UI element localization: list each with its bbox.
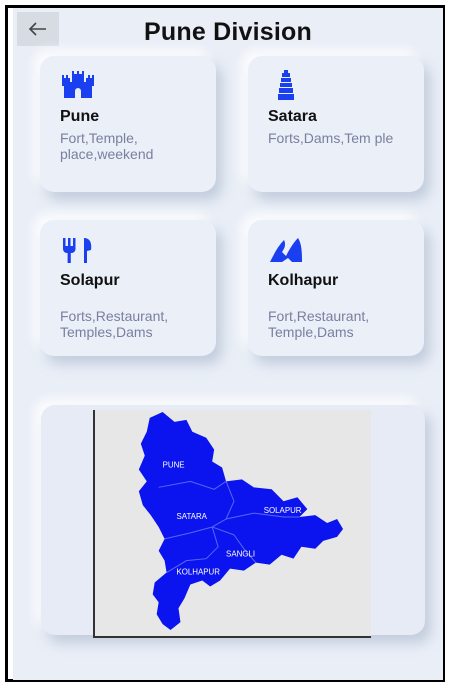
card-title: Pune bbox=[60, 108, 100, 125]
card-solapur[interactable]: Solapur Forts,Restaurant, Temples,Dams bbox=[40, 220, 216, 356]
card-satara[interactable]: Satara Forts,Dams,Tem ple bbox=[248, 56, 424, 192]
card-description: Forts,Restaurant, Temples,Dams bbox=[60, 308, 169, 340]
map-label-pune: PUNE bbox=[163, 460, 185, 469]
map-label-satara: SATARA bbox=[177, 512, 208, 521]
map-label-solapur: SOLAPUR bbox=[264, 506, 302, 515]
page-title: Pune Division bbox=[144, 18, 312, 46]
castle-icon bbox=[62, 71, 94, 98]
mountain-icon bbox=[270, 238, 302, 262]
map-region-shape bbox=[138, 411, 344, 631]
app-screen: Pune Division Pune Fort,Temple, place,we… bbox=[13, 8, 443, 680]
card-description: Forts,Dams,Tem ple bbox=[268, 130, 394, 146]
map-label-sangli: SANGLI bbox=[226, 550, 255, 559]
map-card[interactable]: PUNE SATARA SOLAPUR SANGLI KOLHAPUR bbox=[41, 405, 425, 638]
card-pune[interactable]: Pune Fort,Temple, place,weekend bbox=[40, 56, 216, 192]
pune-division-map-image: PUNE SATARA SOLAPUR SANGLI KOLHAPUR bbox=[138, 411, 344, 631]
card-title: Solapur bbox=[60, 272, 120, 289]
map-label-kolhapur: KOLHAPUR bbox=[177, 568, 221, 577]
division-map: PUNE SATARA SOLAPUR SANGLI KOLHAPUR bbox=[93, 410, 371, 638]
fork-knife-icon bbox=[63, 238, 92, 263]
card-description: Fort,Temple, place,weekend bbox=[60, 130, 154, 162]
card-title: Kolhapur bbox=[268, 272, 339, 289]
card-description: Fort,Restaurant, Temple,Dams bbox=[268, 308, 370, 340]
card-title: Satara bbox=[268, 108, 317, 125]
temple-icon bbox=[278, 70, 294, 100]
card-kolhapur[interactable]: Kolhapur Fort,Restaurant, Temple,Dams bbox=[248, 220, 424, 356]
